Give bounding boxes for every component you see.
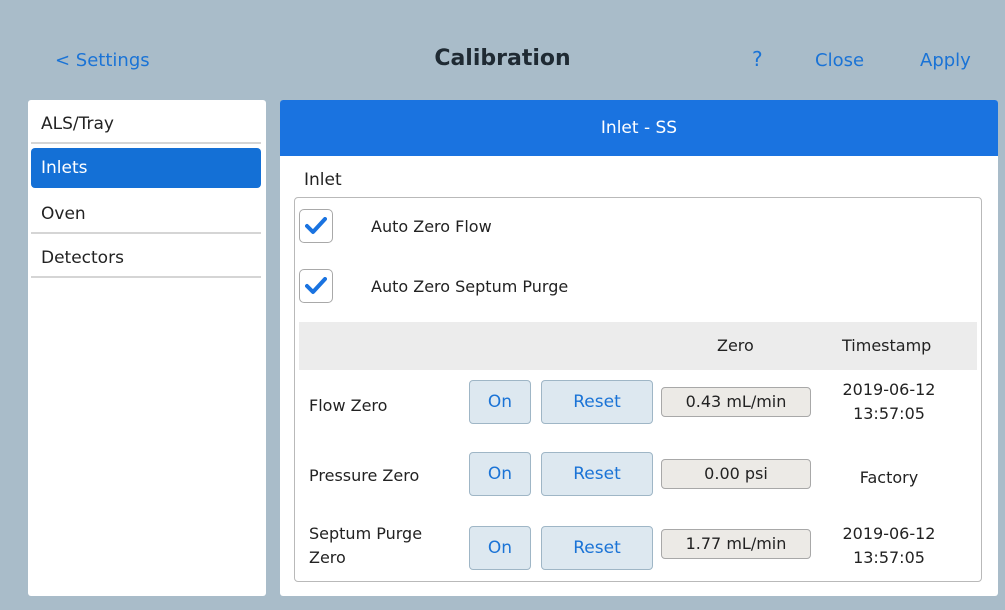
inlet-group: Auto Zero Flow Auto Zero Septum Purge Ze…: [294, 197, 982, 582]
flow-zero-reset-button[interactable]: Reset: [541, 380, 653, 424]
pressure-zero-timestamp: Factory: [859, 468, 919, 487]
auto-zero-flow-label: Auto Zero Flow: [371, 216, 492, 236]
table-row: Septum Purge Zero On Reset 1.77 mL/min 2…: [299, 516, 977, 578]
checkmark-icon: [305, 277, 327, 294]
panel-title: Inlet - SS: [280, 100, 998, 156]
sidebar: ALS/Tray Inlets Oven Detectors: [28, 100, 266, 596]
auto-zero-flow-checkbox[interactable]: [299, 209, 333, 243]
auto-zero-septum-purge-label: Auto Zero Septum Purge: [371, 276, 569, 296]
close-button[interactable]: Close: [815, 50, 864, 71]
flow-zero-on-button[interactable]: On: [469, 380, 531, 424]
pressure-zero-on-button[interactable]: On: [469, 452, 531, 496]
checkmark-icon: [305, 217, 327, 234]
pressure-zero-reset-button[interactable]: Reset: [541, 452, 653, 496]
row-label: Septum Purge Zero: [309, 524, 423, 567]
section-label: Inlet: [304, 170, 342, 190]
sidebar-item-inlets[interactable]: Inlets: [31, 148, 261, 188]
sidebar-item-oven[interactable]: Oven: [31, 194, 261, 234]
septum-purge-zero-on-button[interactable]: On: [469, 526, 531, 570]
pressure-zero-value: 0.00 psi: [661, 459, 811, 489]
flow-zero-timestamp: 2019-06-12 13:57:05: [842, 380, 936, 423]
auto-zero-septum-purge-checkbox[interactable]: [299, 269, 333, 303]
auto-zero-septum-purge-option[interactable]: Auto Zero Septum Purge: [299, 268, 568, 304]
top-bar: < Settings Calibration ? Close Apply: [0, 0, 1005, 100]
sidebar-item-als-tray[interactable]: ALS/Tray: [31, 104, 261, 144]
septum-purge-zero-reset-button[interactable]: Reset: [541, 526, 653, 570]
table-row: Flow Zero On Reset 0.43 mL/min 2019-06-1…: [299, 376, 977, 438]
septum-purge-zero-timestamp: 2019-06-12 13:57:05: [842, 524, 936, 567]
apply-button[interactable]: Apply: [920, 50, 971, 71]
column-header-timestamp: Timestamp: [842, 336, 932, 355]
table-row: Pressure Zero On Reset 0.00 psi Factory: [299, 448, 977, 510]
help-icon[interactable]: ?: [752, 47, 763, 71]
sidebar-item-detectors[interactable]: Detectors: [31, 238, 261, 278]
row-label: Pressure Zero: [309, 466, 420, 485]
flow-zero-value: 0.43 mL/min: [661, 387, 811, 417]
column-header-zero: Zero: [717, 336, 754, 355]
table-header: Zero Timestamp: [299, 322, 977, 370]
row-label: Flow Zero: [309, 396, 388, 415]
inlet-panel: Inlet - SS Inlet Auto Zero Flow Auto Zer…: [280, 100, 998, 596]
auto-zero-flow-option[interactable]: Auto Zero Flow: [299, 208, 492, 244]
septum-purge-zero-value: 1.77 mL/min: [661, 529, 811, 559]
